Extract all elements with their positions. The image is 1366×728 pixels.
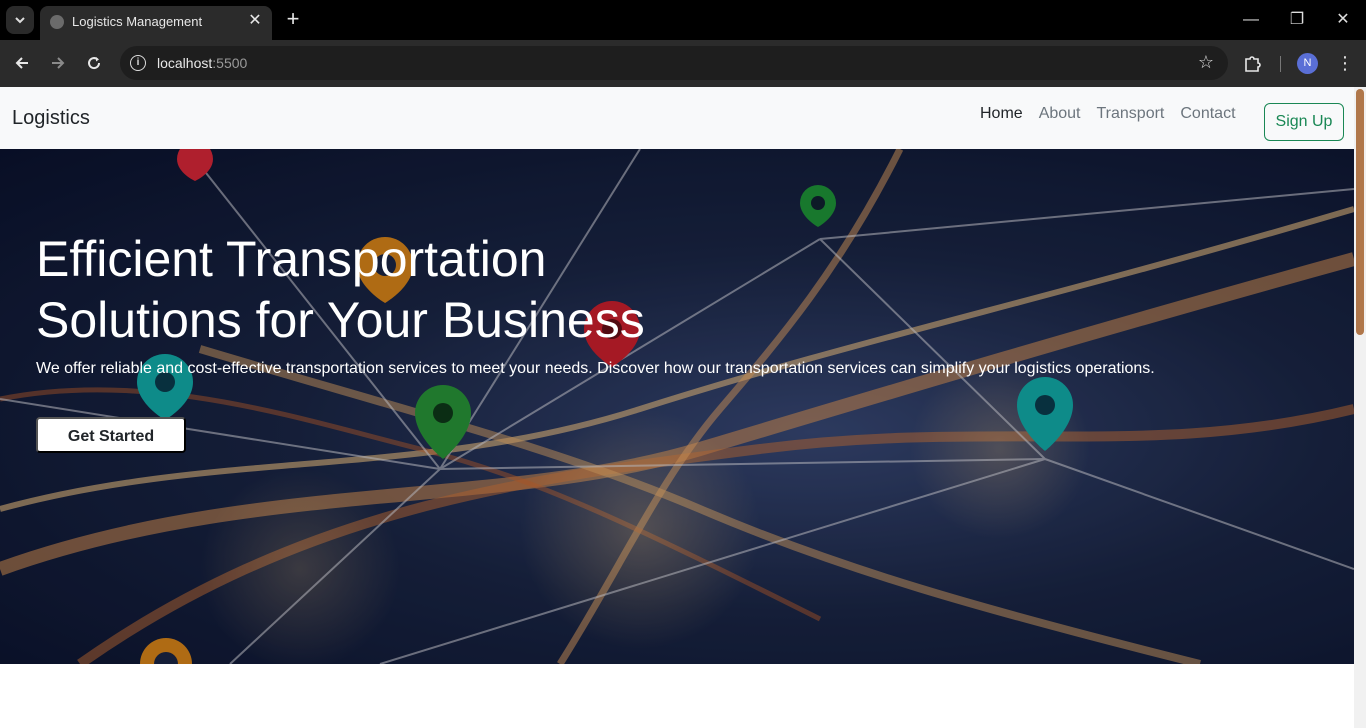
nav-link-about[interactable]: About xyxy=(1039,105,1081,123)
brand-logo[interactable]: Logistics xyxy=(12,107,90,130)
extensions-button[interactable] xyxy=(1242,52,1264,74)
back-button[interactable] xyxy=(9,50,35,76)
restore-button[interactable]: ❐ xyxy=(1283,8,1311,32)
chevron-down-icon xyxy=(15,17,25,24)
toolbar-divider xyxy=(1280,56,1281,72)
url-port: :5500 xyxy=(212,55,248,71)
page-scrollbar[interactable] xyxy=(1354,87,1366,728)
hero-title: Efficient Transportation Solutions for Y… xyxy=(36,229,736,351)
hero-section: Efficient Transportation Solutions for Y… xyxy=(0,149,1354,664)
hero-background-image xyxy=(0,149,1354,664)
close-window-button[interactable]: ✕ xyxy=(1329,8,1357,32)
tab-title: Logistics Management xyxy=(72,14,203,29)
page-viewport: Logistics Home About Transport Contact S… xyxy=(0,87,1366,728)
nav-link-transport[interactable]: Transport xyxy=(1097,105,1165,123)
reload-icon xyxy=(88,57,101,70)
scrollbar-thumb[interactable] xyxy=(1356,89,1364,335)
info-icon[interactable]: i xyxy=(130,55,146,71)
reload-button[interactable] xyxy=(81,50,107,76)
star-icon[interactable]: ☆ xyxy=(1198,52,1214,73)
nav-link-home[interactable]: Home xyxy=(980,105,1023,123)
nav-links: Home About Transport Contact xyxy=(980,105,1236,123)
close-icon[interactable]: ✕ xyxy=(246,12,264,30)
profile-avatar[interactable]: N xyxy=(1297,53,1318,74)
browser-toolbar: i localhost:5500 ☆ N ⋮ xyxy=(0,40,1366,87)
puzzle-icon xyxy=(1245,56,1261,72)
globe-icon xyxy=(50,15,64,29)
address-bar[interactable]: i localhost:5500 ☆ xyxy=(120,46,1228,80)
site-navbar: Logistics Home About Transport Contact S… xyxy=(0,87,1354,149)
arrow-left-icon xyxy=(15,57,28,69)
signup-button[interactable]: Sign Up xyxy=(1264,103,1344,141)
browser-tab[interactable]: Logistics Management ✕ xyxy=(40,6,272,40)
tab-search-button[interactable] xyxy=(6,6,34,34)
more-menu-icon[interactable]: ⋮ xyxy=(1336,50,1354,76)
url-host: localhost xyxy=(157,55,213,71)
arrow-right-icon xyxy=(52,57,65,69)
browser-tab-strip: Logistics Management ✕ + — ❐ ✕ xyxy=(0,0,1366,40)
new-tab-button[interactable]: + xyxy=(282,8,304,30)
hero-subtitle: We offer reliable and cost-effective tra… xyxy=(36,360,1155,377)
get-started-button[interactable]: Get Started xyxy=(36,417,186,453)
hero-title-line-1: Efficient Transportation xyxy=(36,231,547,287)
minimize-button[interactable]: — xyxy=(1237,8,1265,32)
url-text: localhost:5500 xyxy=(157,55,247,71)
hero-title-line-2: Solutions for Your Business xyxy=(36,292,645,348)
forward-button[interactable] xyxy=(45,50,71,76)
nav-link-contact[interactable]: Contact xyxy=(1180,105,1235,123)
